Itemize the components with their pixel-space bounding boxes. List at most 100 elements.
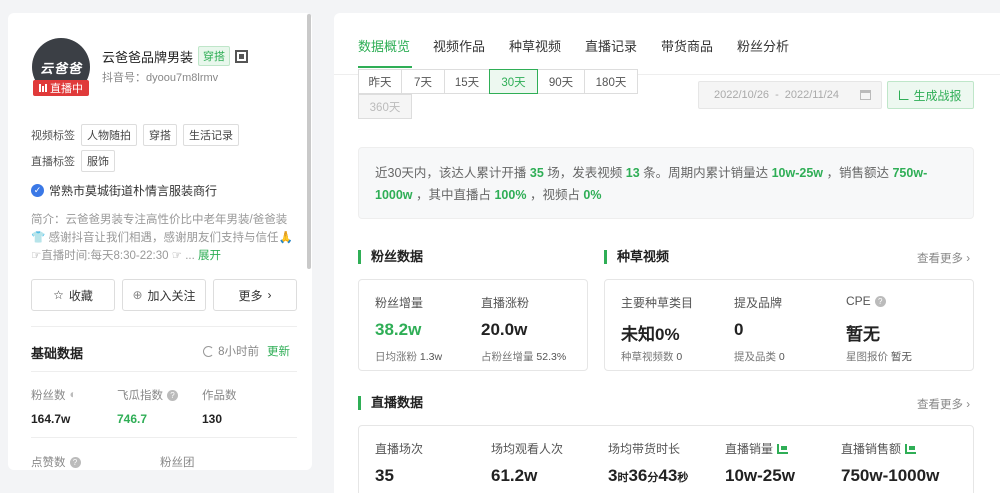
summary-box: 近30天内，该达人累计开播 35 场，发表视频 13 条。周期内累计销量达 10… bbox=[358, 147, 974, 219]
favorite-button[interactable]: ☆ 收藏 bbox=[31, 279, 115, 311]
calendar-icon bbox=[860, 90, 871, 100]
basic-data-title: 基础数据 bbox=[31, 346, 84, 361]
works-count-value: 130 bbox=[202, 412, 223, 426]
date-end: 2022/11/24 bbox=[784, 89, 839, 101]
summary-text: ，其中直播占 bbox=[412, 188, 495, 202]
live-fans-share: 占粉丝增量 52.3% bbox=[481, 349, 566, 364]
live-badge[interactable]: 直播中 bbox=[33, 80, 89, 96]
favorite-label: 收藏 bbox=[68, 288, 93, 303]
bar-chart-icon[interactable] bbox=[905, 443, 917, 454]
help-icon[interactable]: ? bbox=[167, 389, 178, 401]
range-yesterday[interactable]: 昨天 bbox=[358, 69, 402, 94]
intro-expand-link[interactable]: 展开 bbox=[198, 250, 221, 262]
tab-live-records[interactable]: 直播记录 bbox=[585, 36, 637, 55]
update-link[interactable]: 更新 bbox=[267, 343, 290, 359]
avg-duration-label: 场均带货时长 bbox=[608, 442, 681, 456]
sub-value: 52.3% bbox=[536, 351, 567, 363]
mentioned-brands-label: 提及品牌 bbox=[734, 296, 783, 310]
fans-data-card: 粉丝增量 38.2w 日均涨粉 1.3w 直播涨粉 20.0w 占粉丝增量 52… bbox=[358, 279, 588, 371]
overview-panel: 数据概览 视频作品 种草视频 直播记录 带货商品 粉丝分析 昨天 7天 15天 … bbox=[334, 13, 1000, 493]
help-icon[interactable]: ? bbox=[874, 295, 886, 307]
sub-label: 种草视频数 bbox=[621, 351, 674, 363]
live-revenue-value: 750w-1000w bbox=[841, 466, 940, 485]
action-buttons: ☆ 收藏 ⊕ 加入关注 更多 › bbox=[31, 279, 297, 311]
live-fans-growth-label: 直播涨粉 bbox=[481, 296, 530, 310]
tab-seeding-videos[interactable]: 种草视频 bbox=[509, 36, 561, 55]
fans-growth-label: 粉丝增量 bbox=[375, 296, 424, 310]
live-bars-icon bbox=[39, 84, 47, 92]
cpe-label: CPE? bbox=[846, 294, 886, 308]
update-time: 8小时前 bbox=[218, 346, 259, 358]
live-see-more-link[interactable]: 查看更多 › bbox=[917, 396, 970, 412]
intro-text: 简介：云爸爸男装专注高性价比中老年男装/爸爸装👕 感谢抖音让我们相遇，感谢朋友们… bbox=[31, 211, 299, 265]
live-sessions-label: 直播场次 bbox=[375, 442, 424, 456]
more-button[interactable]: 更多 › bbox=[213, 279, 297, 311]
main-category-label: 主要种草类目 bbox=[621, 296, 694, 310]
left-scrollbar[interactable] bbox=[307, 14, 311, 269]
live-revenue-label: 直播销售额 bbox=[841, 440, 917, 457]
summary-text: ，销售额达 bbox=[823, 166, 893, 180]
category-tag: 穿搭 bbox=[198, 46, 231, 66]
seeding-videos-title: 种草视频 bbox=[604, 250, 669, 264]
range-180d[interactable]: 180天 bbox=[584, 69, 638, 94]
follow-button[interactable]: ⊕ 加入关注 bbox=[122, 279, 206, 311]
duration-minutes: 36 bbox=[628, 466, 648, 485]
summary-text: 条。周期内累计销量达 bbox=[639, 166, 772, 180]
seeding-see-more-link[interactable]: 查看更多 › bbox=[917, 250, 970, 266]
profile-panel: 云爸爸 直播中 云爸爸品牌男装 穿搭 抖音号：dyoou7m8lrmv 视频标签… bbox=[8, 13, 312, 470]
range-7d[interactable]: 7天 bbox=[401, 69, 445, 94]
plus-circle-icon: ⊕ bbox=[132, 288, 143, 302]
tab-overview[interactable]: 数据概览 bbox=[358, 36, 410, 55]
cpe-text: CPE bbox=[846, 294, 871, 308]
avg-duration-value: 3时36分43秒 bbox=[608, 466, 688, 486]
sub-value: 1.3w bbox=[419, 351, 443, 363]
external-link-icon bbox=[899, 90, 910, 100]
works-count-label: 作品数 bbox=[202, 387, 237, 403]
range-15d[interactable]: 15天 bbox=[444, 69, 490, 94]
video-tag: 人物随拍 bbox=[81, 124, 137, 146]
douyin-id: 抖音号：dyoou7m8lrmv bbox=[102, 72, 219, 84]
summary-sales: 10w-25w bbox=[771, 166, 824, 180]
active-tab-indicator bbox=[358, 66, 412, 68]
verified-check-icon: ✓ bbox=[31, 184, 44, 197]
chevron-right-icon: › bbox=[267, 288, 272, 302]
divider bbox=[31, 437, 297, 438]
range-360d[interactable]: 360天 bbox=[358, 94, 412, 119]
main-category-value: 未知0% bbox=[621, 325, 680, 344]
range-90d[interactable]: 90天 bbox=[537, 69, 585, 94]
tab-fans-analysis[interactable]: 粉丝分析 bbox=[737, 36, 789, 55]
stat-label: 飞瓜指数 bbox=[117, 390, 163, 402]
divider bbox=[31, 326, 297, 327]
summary-video-count: 13 bbox=[625, 166, 640, 180]
range-30d[interactable]: 30天 bbox=[489, 69, 538, 94]
stat-label: 点赞数 bbox=[31, 457, 66, 469]
update-row: 8小时前 更新 bbox=[203, 343, 290, 359]
sub-value: 0 bbox=[778, 351, 785, 363]
generate-report-button[interactable]: 生成战报 bbox=[887, 81, 974, 109]
tab-bar: 数据概览 视频作品 种草视频 直播记录 带货商品 粉丝分析 bbox=[334, 13, 1000, 75]
live-sales-text: 直播销量 bbox=[725, 442, 774, 456]
sub-label: 星图报价 bbox=[846, 351, 888, 363]
sub-label: 日均涨粉 bbox=[375, 351, 417, 363]
live-sales-value: 10w-25w bbox=[725, 466, 795, 485]
bar-chart-icon[interactable] bbox=[777, 443, 789, 454]
live-fans-growth-value: 20.0w bbox=[481, 320, 528, 339]
video-tags-row: 视频标签 人物随拍 穿搭 生活记录 bbox=[31, 124, 239, 146]
live-data-card: 直播场次 35 场均观看人次 61.2w 场均带货时长 3时36分43秒 直播销… bbox=[358, 425, 974, 493]
tab-videos[interactable]: 视频作品 bbox=[433, 36, 485, 55]
video-tag: 生活记录 bbox=[183, 124, 239, 146]
help-icon[interactable]: ? bbox=[69, 456, 81, 468]
summary-text: 近30天内，该达人累计开播 bbox=[375, 166, 530, 180]
stat-label: 粉丝团 bbox=[160, 457, 195, 469]
fans-count-value: 164.7w bbox=[31, 412, 71, 426]
cpe-value: 暂无 bbox=[846, 325, 880, 344]
tab-products[interactable]: 带货商品 bbox=[661, 36, 713, 55]
qr-code-icon[interactable] bbox=[235, 49, 249, 63]
video-tags-label: 视频标签 bbox=[31, 130, 75, 142]
more-label: 更多 bbox=[238, 288, 263, 303]
intro-body: 简介：云爸爸男装专注高性价比中老年男装/爸爸装👕 感谢抖音让我们相遇，感谢朋友们… bbox=[31, 214, 293, 262]
company-row: ✓ 常熟市莫城街道朴情言服装商行 bbox=[31, 182, 217, 199]
fans-growth-value: 38.2w bbox=[375, 320, 422, 339]
date-range-picker[interactable]: 2022/10/26 - 2022/11/24 bbox=[698, 81, 882, 109]
stat-label: 作品数 bbox=[202, 390, 237, 402]
